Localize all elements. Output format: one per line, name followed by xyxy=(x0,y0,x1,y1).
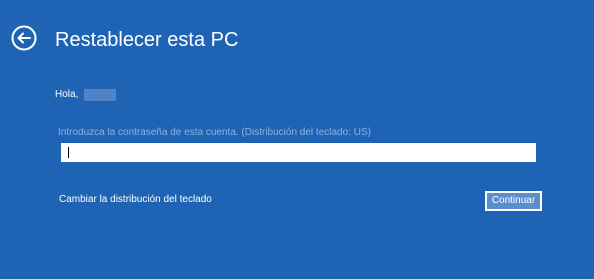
username-redacted xyxy=(84,89,117,101)
continue-button[interactable]: Continuar xyxy=(485,191,542,211)
greeting: Hola, xyxy=(55,88,117,102)
password-label: Introduzca la contraseña de esta cuenta.… xyxy=(58,127,371,138)
greeting-text: Hola, xyxy=(55,89,79,100)
back-arrow-circle-icon xyxy=(11,25,37,51)
password-input[interactable] xyxy=(61,143,536,162)
change-keyboard-layout-link[interactable]: Cambiar la distribución del teclado xyxy=(59,193,212,207)
page-title: Restablecer esta PC xyxy=(55,29,239,51)
text-caret xyxy=(68,147,69,158)
back-button[interactable] xyxy=(11,25,37,51)
